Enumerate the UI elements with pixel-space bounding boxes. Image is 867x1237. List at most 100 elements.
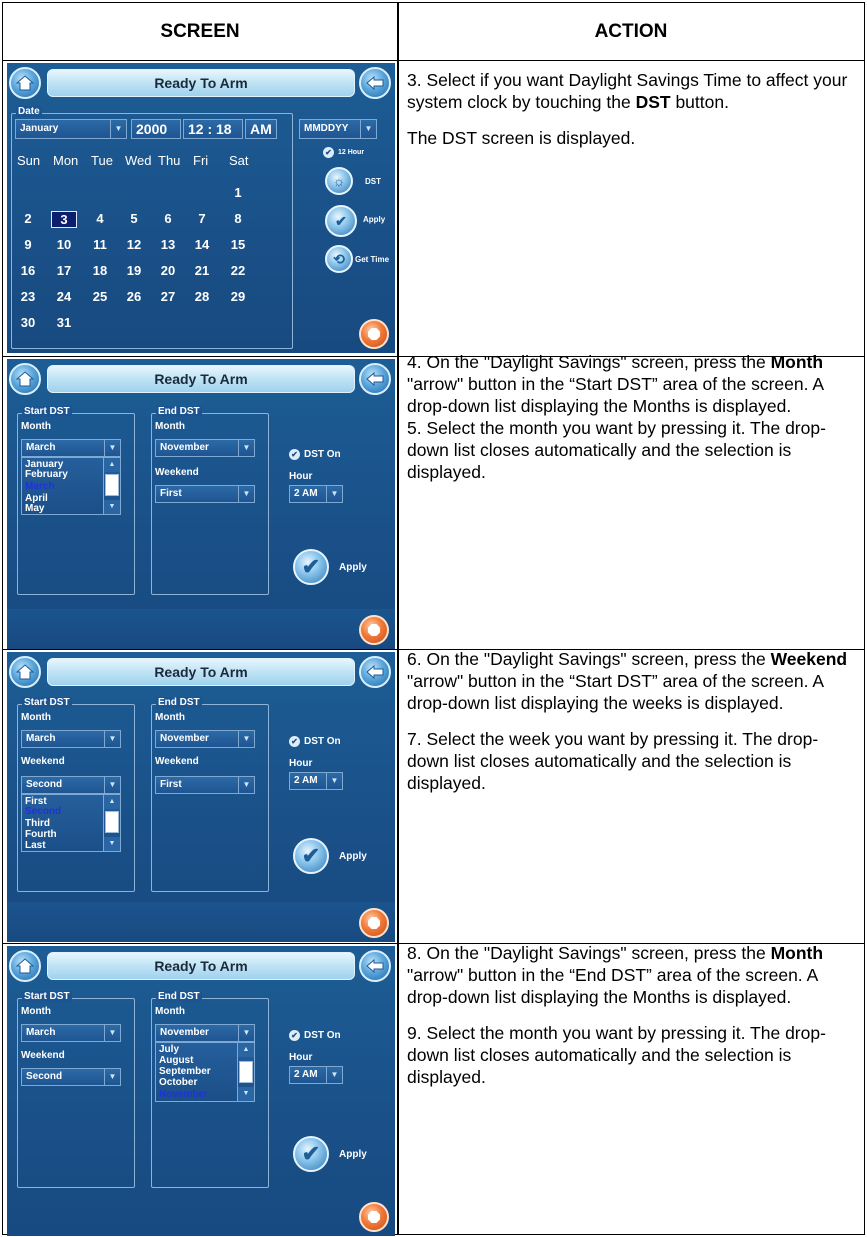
scroll-down-icon[interactable]: ▼ <box>104 500 120 514</box>
calendar-day[interactable]: 17 <box>51 263 77 278</box>
scroll-down-icon[interactable]: ▼ <box>238 1087 254 1101</box>
calendar-day[interactable]: 15 <box>225 237 251 252</box>
chevron-down-icon[interactable]: ▼ <box>238 486 254 502</box>
calendar-day[interactable]: 10 <box>51 237 77 252</box>
chevron-down-icon[interactable]: ▼ <box>104 777 120 793</box>
end-weekend-dropdown[interactable]: First ▼ <box>155 776 255 794</box>
scroll-up-icon[interactable]: ▲ <box>104 458 120 472</box>
chevron-down-icon[interactable]: ▼ <box>104 1069 120 1085</box>
home-icon[interactable] <box>9 950 41 982</box>
start-weekend-dropdown[interactable]: Second ▼ <box>21 1068 121 1086</box>
dst-on-checkbox[interactable]: ✔ DST On <box>289 449 341 460</box>
calendar-day[interactable]: 2 <box>15 211 41 226</box>
list-scrollbar[interactable]: ▲ ▼ <box>103 458 120 514</box>
end-month-dropdown[interactable]: November ▼ <box>155 1024 255 1042</box>
calendar-day[interactable]: 9 <box>15 237 41 252</box>
emergency-icon[interactable] <box>359 615 389 645</box>
back-arrow-icon[interactable] <box>359 656 391 688</box>
month-dropdown-list[interactable]: January February March April May ▲ ▼ <box>21 457 121 515</box>
list-item[interactable]: August <box>159 1056 193 1066</box>
end-month-dropdown-list[interactable]: July August September October November ▲… <box>155 1042 255 1102</box>
list-item[interactable]: Third <box>25 819 50 829</box>
chevron-down-icon[interactable]: ▼ <box>326 486 342 502</box>
start-weekend-dropdown[interactable]: Second ▼ <box>21 776 121 794</box>
twelve-hour-checkbox[interactable]: ✔ 12 Hour <box>323 147 364 158</box>
calendar-day[interactable]: 31 <box>51 315 77 330</box>
chevron-down-icon[interactable]: ▼ <box>326 1067 342 1083</box>
calendar-day[interactable]: 14 <box>189 237 215 252</box>
calendar-day[interactable]: 27 <box>155 289 181 304</box>
apply-checkmark-icon[interactable]: ✔ <box>293 549 329 585</box>
list-item[interactable]: September <box>159 1067 211 1077</box>
calendar-day[interactable]: 8 <box>225 211 251 226</box>
scroll-up-icon[interactable]: ▲ <box>238 1043 254 1057</box>
calendar-day[interactable]: 1 <box>225 185 251 200</box>
scroll-down-icon[interactable]: ▼ <box>104 837 120 851</box>
chevron-down-icon[interactable]: ▼ <box>238 731 254 747</box>
start-month-dropdown[interactable]: March ▼ <box>21 439 121 457</box>
home-icon[interactable] <box>9 656 41 688</box>
calendar-day[interactable]: 24 <box>51 289 77 304</box>
scroll-thumb[interactable] <box>105 474 119 496</box>
list-item[interactable]: May <box>25 504 44 514</box>
chevron-down-icon[interactable]: ▼ <box>238 777 254 793</box>
list-item[interactable]: July <box>159 1045 179 1055</box>
scroll-thumb[interactable] <box>105 811 119 833</box>
calendar-day[interactable]: 16 <box>15 263 41 278</box>
list-item-selected[interactable]: March <box>25 482 54 492</box>
calendar-day[interactable]: 20 <box>155 263 181 278</box>
calendar-day[interactable]: 3 <box>51 211 77 228</box>
calendar-day[interactable]: 12 <box>121 237 147 252</box>
calendar-day[interactable]: 5 <box>121 211 147 226</box>
back-arrow-icon[interactable] <box>359 950 391 982</box>
home-icon[interactable] <box>9 363 41 395</box>
chevron-down-icon[interactable]: ▼ <box>104 440 120 456</box>
chevron-down-icon[interactable]: ▼ <box>360 120 376 138</box>
calendar-day[interactable]: 11 <box>87 237 113 252</box>
hour-dropdown[interactable]: 2 AM ▼ <box>289 485 343 503</box>
calendar-day[interactable]: 7 <box>189 211 215 226</box>
chevron-down-icon[interactable]: ▼ <box>104 731 120 747</box>
scroll-up-icon[interactable]: ▲ <box>104 795 120 809</box>
end-weekend-dropdown[interactable]: First ▼ <box>155 485 255 503</box>
list-item[interactable]: February <box>25 470 68 480</box>
end-month-dropdown[interactable]: November ▼ <box>155 730 255 748</box>
apply-checkmark-icon[interactable]: ✔ <box>293 1136 329 1172</box>
calendar-day[interactable]: 22 <box>225 263 251 278</box>
apply-checkmark-icon[interactable]: ✔ <box>293 838 329 874</box>
year-field[interactable]: 2000 <box>131 119 181 139</box>
list-item-selected[interactable]: November <box>159 1090 208 1100</box>
calendar-day[interactable]: 29 <box>225 289 251 304</box>
list-scrollbar[interactable]: ▲ ▼ <box>237 1043 254 1101</box>
get-time-icon[interactable]: ⟲ <box>325 245 353 273</box>
calendar-day[interactable]: 23 <box>15 289 41 304</box>
calendar-day[interactable]: 4 <box>87 211 113 226</box>
scroll-thumb[interactable] <box>239 1061 253 1083</box>
list-item[interactable]: Fourth <box>25 830 57 840</box>
date-format-dropdown[interactable]: MMDDYY ▼ <box>299 119 377 139</box>
home-icon[interactable] <box>9 67 41 99</box>
emergency-icon[interactable] <box>359 1202 389 1232</box>
calendar-day[interactable]: 28 <box>189 289 215 304</box>
chevron-down-icon[interactable]: ▼ <box>326 773 342 789</box>
calendar-day[interactable]: 25 <box>87 289 113 304</box>
calendar-day[interactable]: 6 <box>155 211 181 226</box>
ampm-field[interactable]: AM <box>245 119 277 139</box>
chevron-down-icon[interactable]: ▼ <box>110 120 126 138</box>
list-item-selected[interactable]: Second <box>25 807 61 817</box>
hour-dropdown[interactable]: 2 AM ▼ <box>289 772 343 790</box>
calendar-day[interactable]: 26 <box>121 289 147 304</box>
calendar-day[interactable]: 19 <box>121 263 147 278</box>
start-month-dropdown[interactable]: March ▼ <box>21 1024 121 1042</box>
calendar-day[interactable]: 13 <box>155 237 181 252</box>
week-dropdown-list[interactable]: First Second Third Fourth Last ▲ ▼ <box>21 794 121 852</box>
calendar-day[interactable]: 21 <box>189 263 215 278</box>
emergency-icon[interactable] <box>359 908 389 938</box>
time-field[interactable]: 12 : 18 <box>183 119 243 139</box>
calendar-day[interactable]: 18 <box>87 263 113 278</box>
list-scrollbar[interactable]: ▲ ▼ <box>103 795 120 851</box>
emergency-icon[interactable] <box>359 319 389 349</box>
hour-dropdown[interactable]: 2 AM ▼ <box>289 1066 343 1084</box>
start-month-dropdown[interactable]: March ▼ <box>21 730 121 748</box>
calendar-day[interactable]: 30 <box>15 315 41 330</box>
